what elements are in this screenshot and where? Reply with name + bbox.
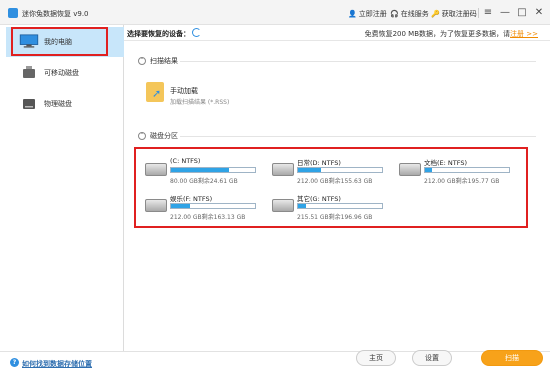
collapse-icon: ˄ [138, 132, 146, 140]
sidebar-item-removable-disk[interactable]: 可移动磁盘 [6, 58, 124, 88]
scan-results-header[interactable]: ˄ 扫描结果 [138, 56, 178, 66]
settings-button[interactable]: 设置 [412, 350, 452, 366]
usb-drive-icon [23, 66, 35, 78]
scan-results-title: 扫描结果 [150, 57, 178, 65]
partition-name: 娱乐(F: NTFS) [170, 195, 213, 203]
partition-name: 文档(E: NTFS) [424, 159, 468, 167]
usage-fill [171, 168, 229, 172]
partition-size: 80.00 GB剩余24.61 GB [170, 178, 238, 185]
title-separator [478, 8, 479, 18]
app-title: 迷你兔数据恢复 v9.0 [22, 10, 89, 18]
maximize-icon[interactable]: □ [515, 6, 529, 20]
manual-load-title[interactable]: 手动加载 [170, 86, 198, 96]
usage-fill [425, 168, 432, 172]
get-code-link[interactable]: 🔑 获取注册码 [431, 9, 477, 19]
title-bar: 迷你兔数据恢复 v9.0 👤 立即注册 🎧 在线服务 🔑 获取注册码 ≡ — □… [0, 0, 550, 25]
partition-size: 212.00 GB剩余195.77 GB [424, 178, 500, 185]
partitions-title: 磁盘分区 [150, 132, 178, 140]
section-divider [180, 61, 536, 62]
section-divider [180, 136, 536, 137]
disk-icon [145, 163, 167, 176]
partition-size: 212.00 GB剩余155.63 GB [297, 178, 373, 185]
partition-f[interactable]: 娱乐(F: NTFS) 212.00 GB剩余163.13 GB [145, 193, 260, 221]
sidebar-item-physical-disk[interactable]: 物理磁盘 [6, 89, 124, 119]
help-link[interactable]: 如何找到数据存储位置 [22, 359, 92, 369]
sidebar-item-label: 可移动磁盘 [44, 69, 79, 77]
usage-fill [298, 204, 306, 208]
user-icon: 👤 [348, 10, 357, 18]
partition-d[interactable]: 日常(D: NTFS) 212.00 GB剩余155.63 GB [272, 157, 387, 185]
usage-bar [297, 203, 383, 209]
disk-icon [145, 199, 167, 212]
sidebar-item-label: 物理磁盘 [44, 100, 72, 108]
app-window: 迷你兔数据恢复 v9.0 👤 立即注册 🎧 在线服务 🔑 获取注册码 ≡ — □… [0, 0, 550, 376]
get-code-label: 获取注册码 [441, 10, 477, 18]
usage-bar [424, 167, 510, 173]
disk-icon [272, 163, 294, 176]
partition-c[interactable]: (C: NTFS) 80.00 GB剩余24.61 GB [145, 157, 260, 185]
partition-size: 215.51 GB剩余196.96 GB [297, 214, 373, 221]
home-button[interactable]: 主页 [356, 350, 396, 366]
online-service-label: 在线服务 [400, 10, 429, 18]
scan-button[interactable]: 扫描 [481, 350, 543, 366]
refresh-icon[interactable] [192, 28, 201, 37]
partition-name: 其它(G: NTFS) [297, 195, 341, 203]
disk-icon [272, 199, 294, 212]
partition-size: 212.00 GB剩余163.13 GB [170, 214, 246, 221]
free-limit-text: 免费恢复200 MB数据，为了恢复更多数据，请 [364, 30, 511, 38]
partition-e[interactable]: 文档(E: NTFS) 212.00 GB剩余195.77 GB [399, 157, 514, 185]
partition-g[interactable]: 其它(G: NTFS) 215.51 GB剩余196.96 GB [272, 193, 387, 221]
help-icon: ? [10, 358, 19, 367]
device-header: 选择要恢复的设备： 免费恢复200 MB数据，为了恢复更多数据，请注册 >> [124, 25, 550, 41]
collapse-icon: ˄ [138, 57, 146, 65]
usage-bar [170, 203, 256, 209]
register-label: 立即注册 [358, 10, 387, 18]
register-link[interactable]: 👤 立即注册 [348, 9, 387, 19]
manual-load-subtitle: 加载扫描结果 (*.RSS) [170, 99, 230, 106]
app-logo-icon [8, 8, 18, 18]
close-icon[interactable]: ✕ [532, 6, 546, 20]
usage-fill [298, 168, 321, 172]
register-now-link[interactable]: 注册 >> [510, 30, 538, 38]
hard-disk-icon [23, 99, 35, 109]
minimize-icon[interactable]: — [498, 6, 512, 20]
partition-name: (C: NTFS) [170, 157, 201, 165]
usage-fill [171, 204, 191, 208]
arrow-icon: ➚ [152, 87, 162, 100]
key-icon: 🔑 [431, 10, 440, 18]
select-device-label: 选择要恢复的设备： [127, 30, 190, 38]
usage-bar [170, 167, 256, 173]
headset-icon: 🎧 [390, 10, 399, 18]
disk-icon [399, 163, 421, 176]
usage-bar [297, 167, 383, 173]
highlight-box-nav [11, 27, 108, 56]
free-limit-note: 免费恢复200 MB数据，为了恢复更多数据，请注册 >> [365, 29, 538, 39]
menu-icon[interactable]: ≡ [481, 6, 495, 20]
partition-name: 日常(D: NTFS) [297, 159, 341, 167]
footer-bar: ? 如何找到数据存储位置 [0, 351, 550, 376]
online-service-link[interactable]: 🎧 在线服务 [390, 9, 429, 19]
partitions-header[interactable]: ˄ 磁盘分区 [138, 131, 178, 141]
